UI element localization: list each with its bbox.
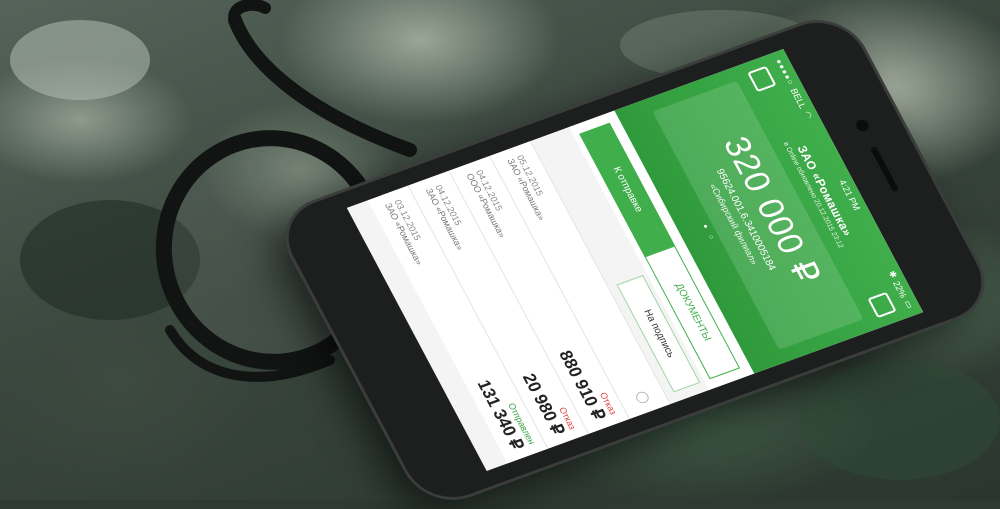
battery-icon: ▭	[902, 298, 916, 310]
front-camera	[854, 118, 872, 133]
bluetooth-icon: ✱	[886, 269, 900, 280]
logout-icon[interactable]	[867, 291, 897, 319]
select-circle-icon[interactable]	[633, 390, 651, 405]
battery-percent: 22%	[891, 279, 910, 300]
menu-icon[interactable]	[747, 65, 777, 93]
wifi-icon: ◠	[801, 109, 815, 121]
earpiece-speaker	[869, 146, 900, 193]
